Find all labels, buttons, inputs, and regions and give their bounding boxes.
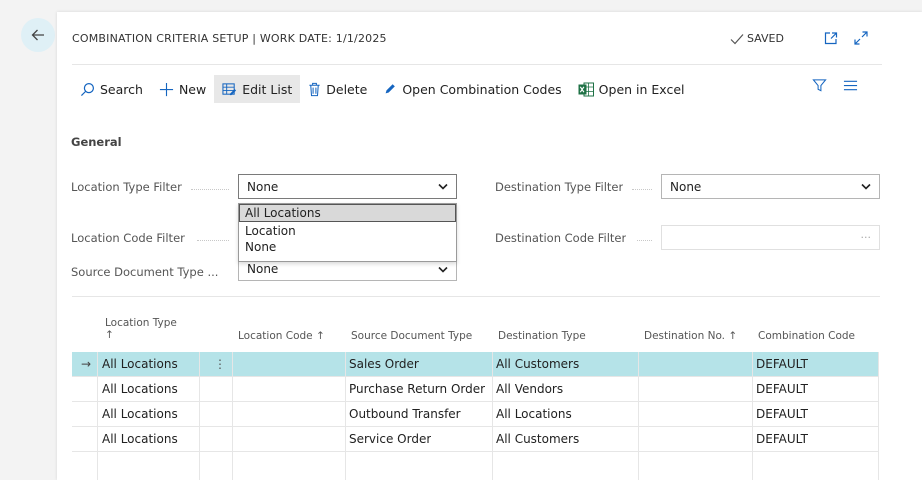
title-divider xyxy=(72,64,882,65)
location-type-dropdown: All Locations Location None xyxy=(238,203,457,262)
plus-icon xyxy=(159,82,174,96)
edit-list-icon xyxy=(222,82,237,95)
row-menu-icon[interactable]: ⋮ xyxy=(210,352,226,377)
cell-source-document-type[interactable]: Service Order xyxy=(345,427,431,452)
column-header-source-document-type[interactable]: Source Document Type xyxy=(351,330,472,342)
open-combination-codes-label: Open Combination Codes xyxy=(402,81,562,97)
expand-icon[interactable] xyxy=(853,30,869,46)
open-in-excel-label: Open in Excel xyxy=(598,81,685,97)
table-row[interactable]: All Locations Outbound Transfer All Loca… xyxy=(72,402,879,427)
lookup-ellipsis[interactable]: ··· xyxy=(861,231,872,244)
edit-list-label: Edit List xyxy=(242,81,293,97)
action-toolbar: Search New Edit List Delete Open Combina… xyxy=(72,75,693,103)
saved-status: SAVED xyxy=(730,32,784,45)
leader-dots xyxy=(197,240,229,241)
destination-type-filter-select[interactable]: None xyxy=(661,174,880,199)
column-divider xyxy=(878,352,879,480)
cell-location-type[interactable]: All Locations xyxy=(98,402,178,427)
chevron-down-icon xyxy=(438,183,448,190)
cell-combination-code[interactable]: DEFAULT xyxy=(752,427,808,452)
destination-code-filter-label: Destination Code Filter xyxy=(495,231,627,245)
sort-ascending-icon: ↑ xyxy=(105,329,114,341)
leader-dots xyxy=(632,189,652,190)
table-row[interactable]: → All Locations ⋮ Sales Order All Custom… xyxy=(72,352,879,377)
section-divider xyxy=(72,296,880,297)
cell-location-type[interactable]: All Locations xyxy=(98,377,178,402)
column-divider xyxy=(752,352,753,480)
column-divider xyxy=(638,352,639,480)
delete-label: Delete xyxy=(326,81,368,97)
table-row[interactable]: All Locations Service Order All Customer… xyxy=(72,427,879,452)
cell-source-document-type[interactable]: Purchase Return Order xyxy=(345,377,485,402)
cell-location-type[interactable] xyxy=(98,452,102,477)
search-icon xyxy=(80,82,95,96)
new-label: New xyxy=(178,81,207,97)
cell-destination-type[interactable]: All Customers xyxy=(492,352,579,377)
edit-list-button[interactable]: Edit List xyxy=(214,75,301,103)
dropdown-option-none[interactable]: None xyxy=(239,240,456,256)
table-row-empty[interactable] xyxy=(72,452,879,477)
location-code-filter-label: Location Code Filter xyxy=(71,231,185,245)
data-grid: → All Locations ⋮ Sales Order All Custom… xyxy=(72,352,879,477)
column-divider xyxy=(97,352,98,480)
destination-type-filter-value: None xyxy=(670,179,702,194)
cell-combination-code[interactable]: DEFAULT xyxy=(752,402,808,427)
open-in-excel-button[interactable]: Open in Excel xyxy=(570,75,693,103)
destination-type-filter-label: Destination Type Filter xyxy=(495,180,624,194)
column-header-location-type[interactable]: Location Type xyxy=(105,317,177,329)
destination-code-filter-input[interactable]: ··· xyxy=(661,225,880,250)
leader-dots xyxy=(191,189,229,190)
cell-combination-code[interactable]: DEFAULT xyxy=(752,377,808,402)
checkmark-icon xyxy=(730,33,744,44)
dropdown-option-location[interactable]: Location xyxy=(239,222,456,240)
column-divider xyxy=(492,352,493,480)
cell-source-document-type[interactable]: Outbound Transfer xyxy=(345,402,461,427)
cell-combination-code[interactable]: DEFAULT xyxy=(752,352,808,377)
source-document-type-label: Source Document Type ... xyxy=(71,265,219,279)
cell-location-type[interactable]: All Locations xyxy=(98,352,178,377)
location-type-filter-select[interactable]: None xyxy=(238,174,457,199)
filter-icon[interactable] xyxy=(812,78,827,93)
new-button[interactable]: New xyxy=(151,75,214,103)
trash-icon xyxy=(309,82,320,96)
general-section-title: General xyxy=(71,135,122,149)
chevron-down-icon xyxy=(438,266,448,273)
row-indicator-arrow-icon: → xyxy=(81,357,92,371)
arrow-left-icon xyxy=(31,29,44,41)
saved-label: SAVED xyxy=(747,32,784,45)
column-divider xyxy=(199,352,200,480)
chevron-down-icon xyxy=(861,183,871,190)
page-card: COMBINATION CRITERIA SETUP | WORK DATE: … xyxy=(57,12,922,480)
column-header-destination-type[interactable]: Destination Type xyxy=(498,330,586,342)
source-document-type-value: None xyxy=(247,262,279,276)
cell-destination-type[interactable]: All Customers xyxy=(492,427,579,452)
pencil-icon xyxy=(385,84,396,94)
open-new-window-icon[interactable] xyxy=(823,30,839,46)
excel-icon xyxy=(578,82,594,96)
location-type-filter-value: None xyxy=(247,179,279,194)
cell-location-type[interactable]: All Locations xyxy=(98,427,178,452)
search-label: Search xyxy=(100,81,143,97)
delete-button[interactable]: Delete xyxy=(300,75,375,103)
open-combination-codes-button[interactable]: Open Combination Codes xyxy=(375,75,569,103)
column-divider xyxy=(232,352,233,480)
cell-destination-type[interactable]: All Vendors xyxy=(492,377,563,402)
cell-source-document-type[interactable]: Sales Order xyxy=(345,352,419,377)
column-header-destination-no[interactable]: Destination No. ↑ xyxy=(644,330,737,342)
leader-dots xyxy=(637,240,652,241)
list-view-icon[interactable] xyxy=(843,78,858,93)
search-button[interactable]: Search xyxy=(72,75,151,103)
column-header-location-code[interactable]: Location Code ↑ xyxy=(238,330,325,342)
page-title: COMBINATION CRITERIA SETUP | WORK DATE: … xyxy=(72,32,387,45)
table-row[interactable]: All Locations Purchase Return Order All … xyxy=(72,377,879,402)
dropdown-option-all-locations[interactable]: All Locations xyxy=(239,204,456,222)
location-type-filter-label: Location Type Filter xyxy=(71,180,182,194)
cell-destination-type[interactable]: All Locations xyxy=(492,402,572,427)
column-header-combination-code[interactable]: Combination Code xyxy=(758,330,855,342)
back-button[interactable] xyxy=(21,18,55,52)
column-divider xyxy=(345,352,346,480)
